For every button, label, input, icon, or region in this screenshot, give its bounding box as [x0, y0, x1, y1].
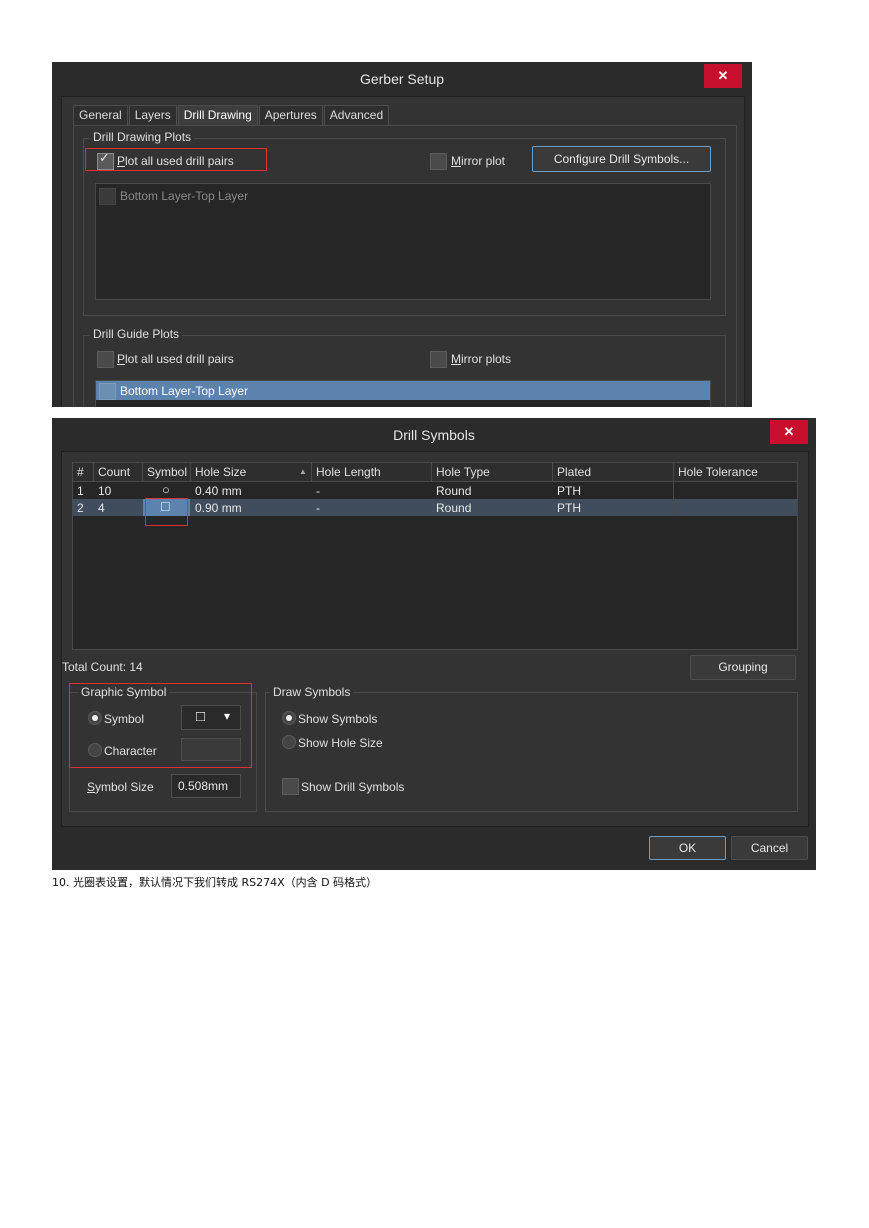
- show-symbols-label[interactable]: Show Symbols: [298, 712, 377, 726]
- configure-drill-symbols-button[interactable]: Configure Drill Symbols...: [532, 146, 711, 172]
- col-header-number[interactable]: #: [77, 465, 84, 479]
- guide-drill-pair-label: Bottom Layer-Top Layer: [120, 384, 249, 398]
- cell-plated: PTH: [557, 501, 581, 515]
- drill-pairs-list: Bottom Layer-Top Layer: [95, 183, 711, 300]
- mirror-plot-checkbox[interactable]: [430, 153, 447, 170]
- cancel-button[interactable]: Cancel: [731, 836, 808, 860]
- drill-drawing-panel: Drill Drawing Plots ✓ Plot all used dril…: [73, 125, 737, 407]
- show-drill-symbols-label[interactable]: Show Drill Symbols: [301, 780, 404, 794]
- drill-symbols-body: # Count Symbol Hole Size ▲ Hole Length H…: [61, 451, 809, 827]
- gerber-setup-body: General Layers Drill Drawing Apertures A…: [61, 96, 745, 407]
- col-header-hole-type[interactable]: Hole Type: [436, 465, 490, 479]
- cell-hole-size: 0.90 mm: [195, 501, 242, 515]
- guide-drill-pair-checkbox[interactable]: [99, 383, 116, 400]
- drill-guide-plots-legend: Drill Guide Plots: [90, 327, 183, 341]
- symbol-size-value: 0.508mm: [178, 779, 229, 793]
- cell-number: 2: [77, 501, 84, 515]
- guide-mirror-plots-checkbox[interactable]: [430, 351, 447, 368]
- total-count-label: Total Count: 14: [62, 660, 143, 674]
- cell-hole-type: Round: [436, 501, 472, 515]
- guide-drill-pairs-list: Bottom Layer-Top Layer: [95, 380, 711, 407]
- tab-general[interactable]: General: [73, 105, 128, 125]
- gerber-setup-window: Gerber Setup ✕ General Layers Drill Draw…: [52, 62, 752, 407]
- guide-plot-all-drill-pairs-label[interactable]: Plot all used drill pairs: [117, 352, 234, 366]
- show-symbols-radio[interactable]: [282, 711, 296, 725]
- cell-hole-length: -: [316, 484, 320, 498]
- close-icon[interactable]: ✕: [704, 64, 742, 88]
- cell-number: 1: [77, 484, 84, 498]
- draw-symbols-group: [265, 692, 798, 812]
- symbol-radio-label[interactable]: Symbol: [104, 712, 144, 726]
- symbol-size-input[interactable]: 0.508mm: [171, 774, 241, 798]
- character-radio-label[interactable]: Character: [104, 744, 157, 758]
- col-header-hole-tolerance[interactable]: Hole Tolerance: [678, 465, 758, 479]
- gerber-setup-title: Gerber Setup: [359, 71, 445, 87]
- symbol-size-label: Symbol Size: [87, 780, 154, 794]
- cell-hole-size: 0.40 mm: [195, 484, 242, 498]
- close-icon[interactable]: ✕: [770, 420, 808, 444]
- grouping-button[interactable]: Grouping: [690, 655, 796, 680]
- col-header-hole-length[interactable]: Hole Length: [316, 465, 381, 479]
- ok-button[interactable]: OK: [649, 836, 726, 860]
- guide-mirror-plots-label[interactable]: Mirror plots: [451, 352, 511, 366]
- col-header-symbol[interactable]: Symbol: [147, 465, 187, 479]
- character-input[interactable]: [181, 738, 241, 761]
- tab-layers[interactable]: Layers: [128, 105, 177, 125]
- cell-hole-type: Round: [436, 484, 472, 498]
- cell-count: 4: [98, 501, 105, 515]
- show-hole-size-radio[interactable]: [282, 735, 296, 749]
- figure-caption: 10. 光圈表设置，默认情况下我们转成 RS274X（内含 D 码格式）: [52, 876, 378, 889]
- sort-ascending-icon: ▲: [299, 467, 307, 476]
- drill-symbols-title: Drill Symbols: [393, 427, 475, 443]
- circle-symbol-icon: ○: [162, 482, 170, 497]
- show-drill-symbols-checkbox[interactable]: [282, 778, 299, 795]
- cell-count: 10: [98, 484, 112, 498]
- list-item-selected[interactable]: Bottom Layer-Top Layer: [96, 381, 710, 400]
- col-header-count[interactable]: Count: [98, 465, 130, 479]
- character-radio[interactable]: [88, 743, 102, 757]
- table-row[interactable]: 1 10 ○ 0.40 mm - Round PTH: [73, 482, 797, 499]
- guide-plot-all-drill-pairs-checkbox[interactable]: [97, 351, 114, 368]
- symbol-radio[interactable]: [88, 711, 102, 725]
- chevron-down-icon[interactable]: ▾: [224, 709, 230, 723]
- cell-plated: PTH: [557, 484, 581, 498]
- tab-drill-drawing[interactable]: Drill Drawing: [177, 105, 258, 125]
- drill-pair-checkbox[interactable]: [99, 188, 116, 205]
- drill-pair-label: Bottom Layer-Top Layer: [120, 189, 249, 203]
- square-symbol-icon: □: [196, 708, 206, 725]
- drill-drawing-plots-legend: Drill Drawing Plots: [90, 130, 195, 144]
- show-hole-size-label[interactable]: Show Hole Size: [298, 736, 383, 750]
- tab-advanced[interactable]: Advanced: [323, 105, 390, 125]
- col-header-hole-size[interactable]: Hole Size: [195, 465, 246, 479]
- col-header-plated[interactable]: Plated: [557, 465, 591, 479]
- draw-symbols-legend: Draw Symbols: [270, 685, 354, 699]
- cell-hole-length: -: [316, 501, 320, 515]
- annotation-highlight-box: [145, 498, 188, 526]
- tab-strip: General Layers Drill Drawing Apertures A…: [73, 105, 390, 125]
- annotation-highlight-box: [85, 148, 267, 171]
- tab-apertures[interactable]: Apertures: [258, 105, 323, 125]
- drill-symbols-table: # Count Symbol Hole Size ▲ Hole Length H…: [72, 462, 798, 650]
- mirror-plot-label[interactable]: Mirror plot: [451, 154, 505, 168]
- symbol-dropdown[interactable]: □ ▾: [181, 705, 241, 730]
- drill-symbols-window: Drill Symbols ✕ # Count Symbol Hole Size…: [52, 418, 816, 870]
- gerber-setup-titlebar[interactable]: Gerber Setup ✕: [52, 62, 752, 94]
- table-header: # Count Symbol Hole Size ▲ Hole Length H…: [73, 463, 797, 482]
